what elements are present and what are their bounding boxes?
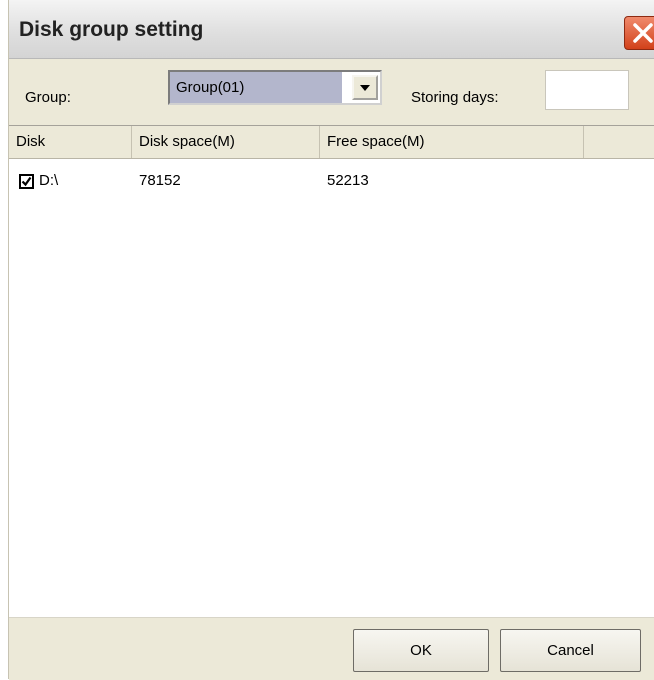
checkmark-icon — [21, 176, 32, 187]
table-row[interactable]: D:\ 78152 52213 — [9, 168, 654, 196]
window-title: Disk group setting — [19, 18, 204, 41]
title-bar[interactable]: Disk group setting — [9, 0, 654, 59]
storing-days-input[interactable] — [545, 70, 629, 110]
dropdown-arrow-button[interactable] — [352, 75, 378, 100]
column-header-free-space[interactable]: Free space(M) — [320, 126, 584, 158]
storing-days-label: Storing days: — [411, 89, 499, 106]
disk-list[interactable]: Disk Disk space(M) Free space(M) D:\ 781… — [9, 125, 654, 618]
column-header-disk[interactable]: Disk — [9, 126, 132, 158]
ok-button[interactable]: OK — [353, 629, 489, 672]
column-header-disk-space[interactable]: Disk space(M) — [132, 126, 320, 158]
cell-disk: D:\ — [39, 172, 59, 189]
group-dropdown[interactable]: Group(01) — [168, 70, 382, 105]
disk-checkbox[interactable] — [19, 174, 34, 189]
column-header-empty — [584, 126, 654, 158]
cell-disk-space: 78152 — [139, 172, 181, 189]
group-dropdown-value: Group(01) — [170, 72, 342, 103]
cell-free-space: 52213 — [327, 172, 369, 189]
close-icon — [633, 23, 653, 43]
chevron-down-icon — [360, 85, 370, 91]
cancel-button[interactable]: Cancel — [500, 629, 641, 672]
list-header: Disk Disk space(M) Free space(M) — [9, 126, 654, 159]
dialog-window: Disk group setting Group: Group(01) Stor… — [8, 0, 654, 680]
button-bar: OK Cancel — [9, 617, 654, 680]
group-toolbar: Group: Group(01) Storing days: — [9, 58, 654, 122]
group-label: Group: — [25, 89, 71, 106]
close-button[interactable] — [624, 16, 654, 50]
